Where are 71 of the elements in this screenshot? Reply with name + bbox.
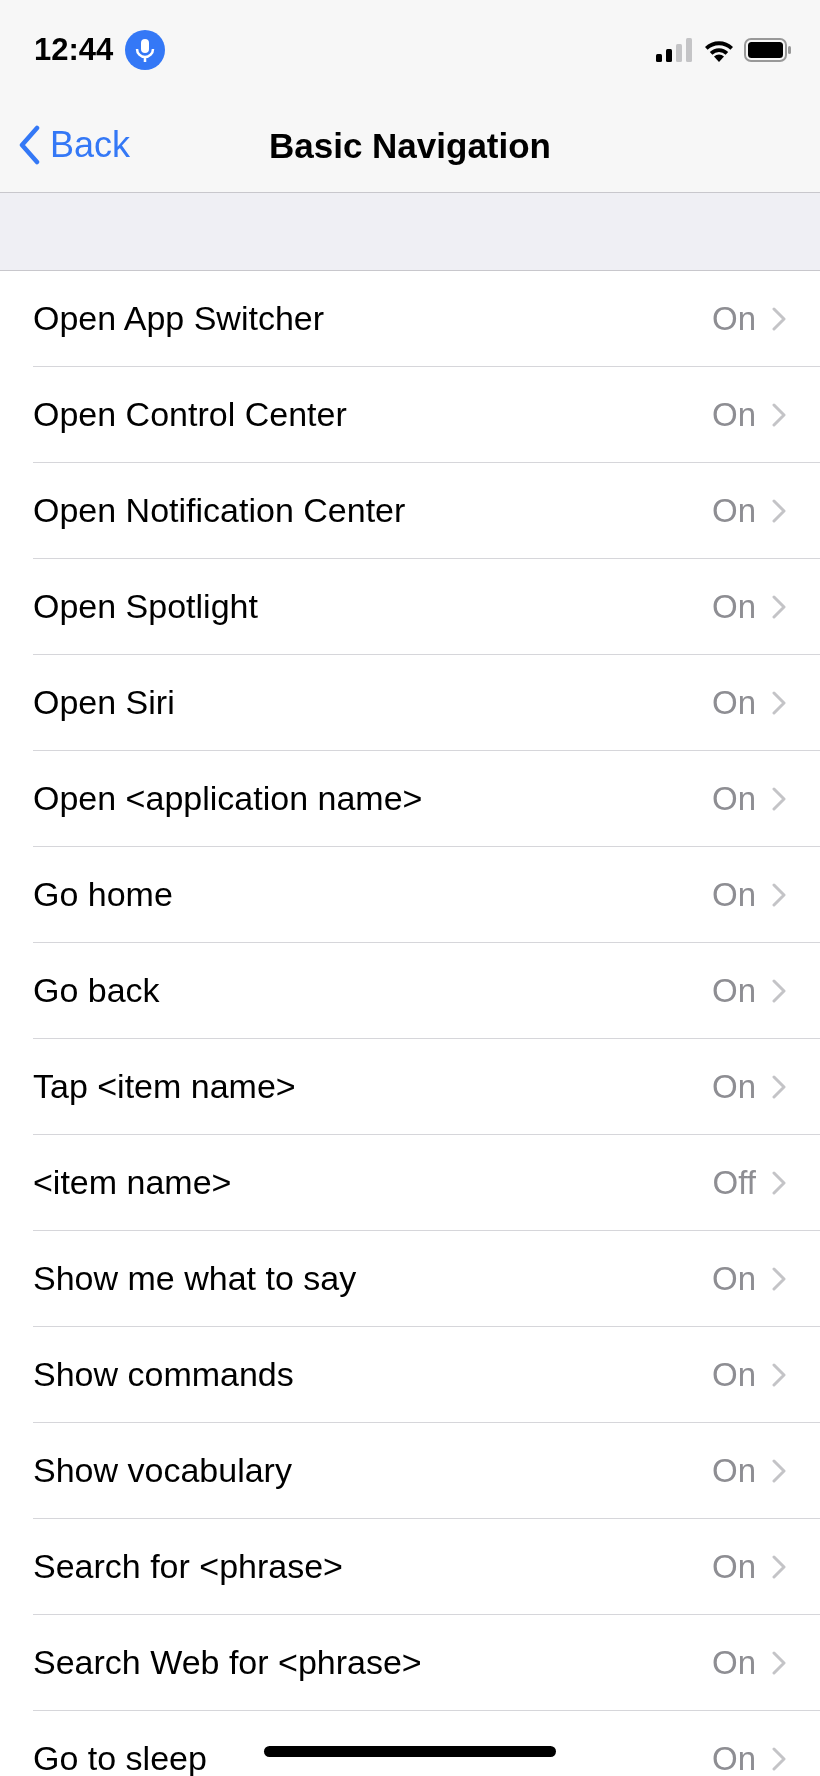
row-value: On	[711, 299, 756, 338]
microphone-icon	[125, 30, 166, 70]
row-label: Open Spotlight	[33, 587, 258, 626]
chevron-right-icon	[772, 1074, 786, 1099]
battery-icon	[744, 38, 792, 62]
settings-row[interactable]: Show commands On	[33, 1327, 820, 1423]
settings-row[interactable]: Go back On	[33, 943, 820, 1039]
row-value: On	[711, 395, 756, 434]
row-label: Show me what to say	[33, 1259, 357, 1298]
row-value: On	[711, 971, 756, 1010]
chevron-right-icon	[772, 1746, 786, 1771]
row-value: On	[711, 1643, 756, 1682]
row-label: Show vocabulary	[33, 1451, 292, 1490]
home-indicator[interactable]	[264, 1746, 556, 1757]
status-time: 12:44	[34, 32, 114, 68]
row-value: Off	[712, 1163, 756, 1202]
row-label: Go back	[33, 971, 160, 1010]
settings-row[interactable]: Search for <phrase> On	[33, 1519, 820, 1615]
chevron-right-icon	[772, 1362, 786, 1387]
settings-row[interactable]: Go home On	[33, 847, 820, 943]
signal-icon	[656, 38, 694, 62]
chevron-right-icon	[772, 1650, 786, 1675]
wifi-icon	[704, 38, 734, 62]
settings-row[interactable]: Open App Switcher On	[33, 271, 820, 367]
chevron-right-icon	[772, 786, 786, 811]
row-label: Open Siri	[33, 683, 175, 722]
back-button[interactable]: Back	[18, 124, 131, 166]
row-label: Open App Switcher	[33, 299, 325, 338]
row-label: Tap <item name>	[33, 1067, 296, 1106]
row-label: Open <application name>	[33, 779, 423, 818]
row-label: Search for <phrase>	[33, 1547, 343, 1586]
row-value: On	[711, 1355, 756, 1394]
chevron-right-icon	[772, 1170, 786, 1195]
row-value: On	[711, 491, 756, 530]
settings-row[interactable]: Show me what to say On	[33, 1231, 820, 1327]
settings-row[interactable]: Search Web for <phrase> On	[33, 1615, 820, 1711]
row-value: On	[711, 683, 756, 722]
chevron-right-icon	[772, 1458, 786, 1483]
settings-row[interactable]: Open Siri On	[33, 655, 820, 751]
chevron-right-icon	[772, 306, 786, 331]
chevron-right-icon	[772, 498, 786, 523]
row-value: On	[711, 875, 756, 914]
row-label: Go home	[33, 875, 173, 914]
settings-row[interactable]: Open <application name> On	[33, 751, 820, 847]
row-label: <item name>	[33, 1163, 232, 1202]
settings-row[interactable]: <item name> Off	[33, 1135, 820, 1231]
row-value: On	[711, 1547, 756, 1586]
row-value: On	[711, 779, 756, 818]
settings-row[interactable]: Open Control Center On	[33, 367, 820, 463]
chevron-right-icon	[772, 1266, 786, 1291]
row-label: Search Web for <phrase>	[33, 1643, 422, 1682]
row-value: On	[711, 1451, 756, 1490]
row-value: On	[711, 1067, 756, 1106]
row-label: Open Control Center	[33, 395, 347, 434]
row-value: On	[711, 1259, 756, 1298]
settings-row[interactable]: Show vocabulary On	[33, 1423, 820, 1519]
chevron-right-icon	[772, 690, 786, 715]
chevron-right-icon	[772, 1554, 786, 1579]
chevron-right-icon	[772, 978, 786, 1003]
page-title: Basic Navigation	[268, 126, 551, 166]
settings-row[interactable]: Tap <item name> On	[33, 1039, 820, 1135]
row-label: Open Notification Center	[33, 491, 406, 530]
settings-row[interactable]: Open Spotlight On	[33, 559, 820, 655]
row-value: On	[711, 1739, 756, 1776]
chevron-right-icon	[772, 402, 786, 427]
chevron-left-icon	[18, 125, 40, 165]
row-value: On	[711, 587, 756, 626]
chevron-right-icon	[772, 594, 786, 619]
chevron-right-icon	[772, 882, 786, 907]
settings-row[interactable]: Open Notification Center On	[33, 463, 820, 559]
row-label: Show commands	[33, 1355, 294, 1394]
